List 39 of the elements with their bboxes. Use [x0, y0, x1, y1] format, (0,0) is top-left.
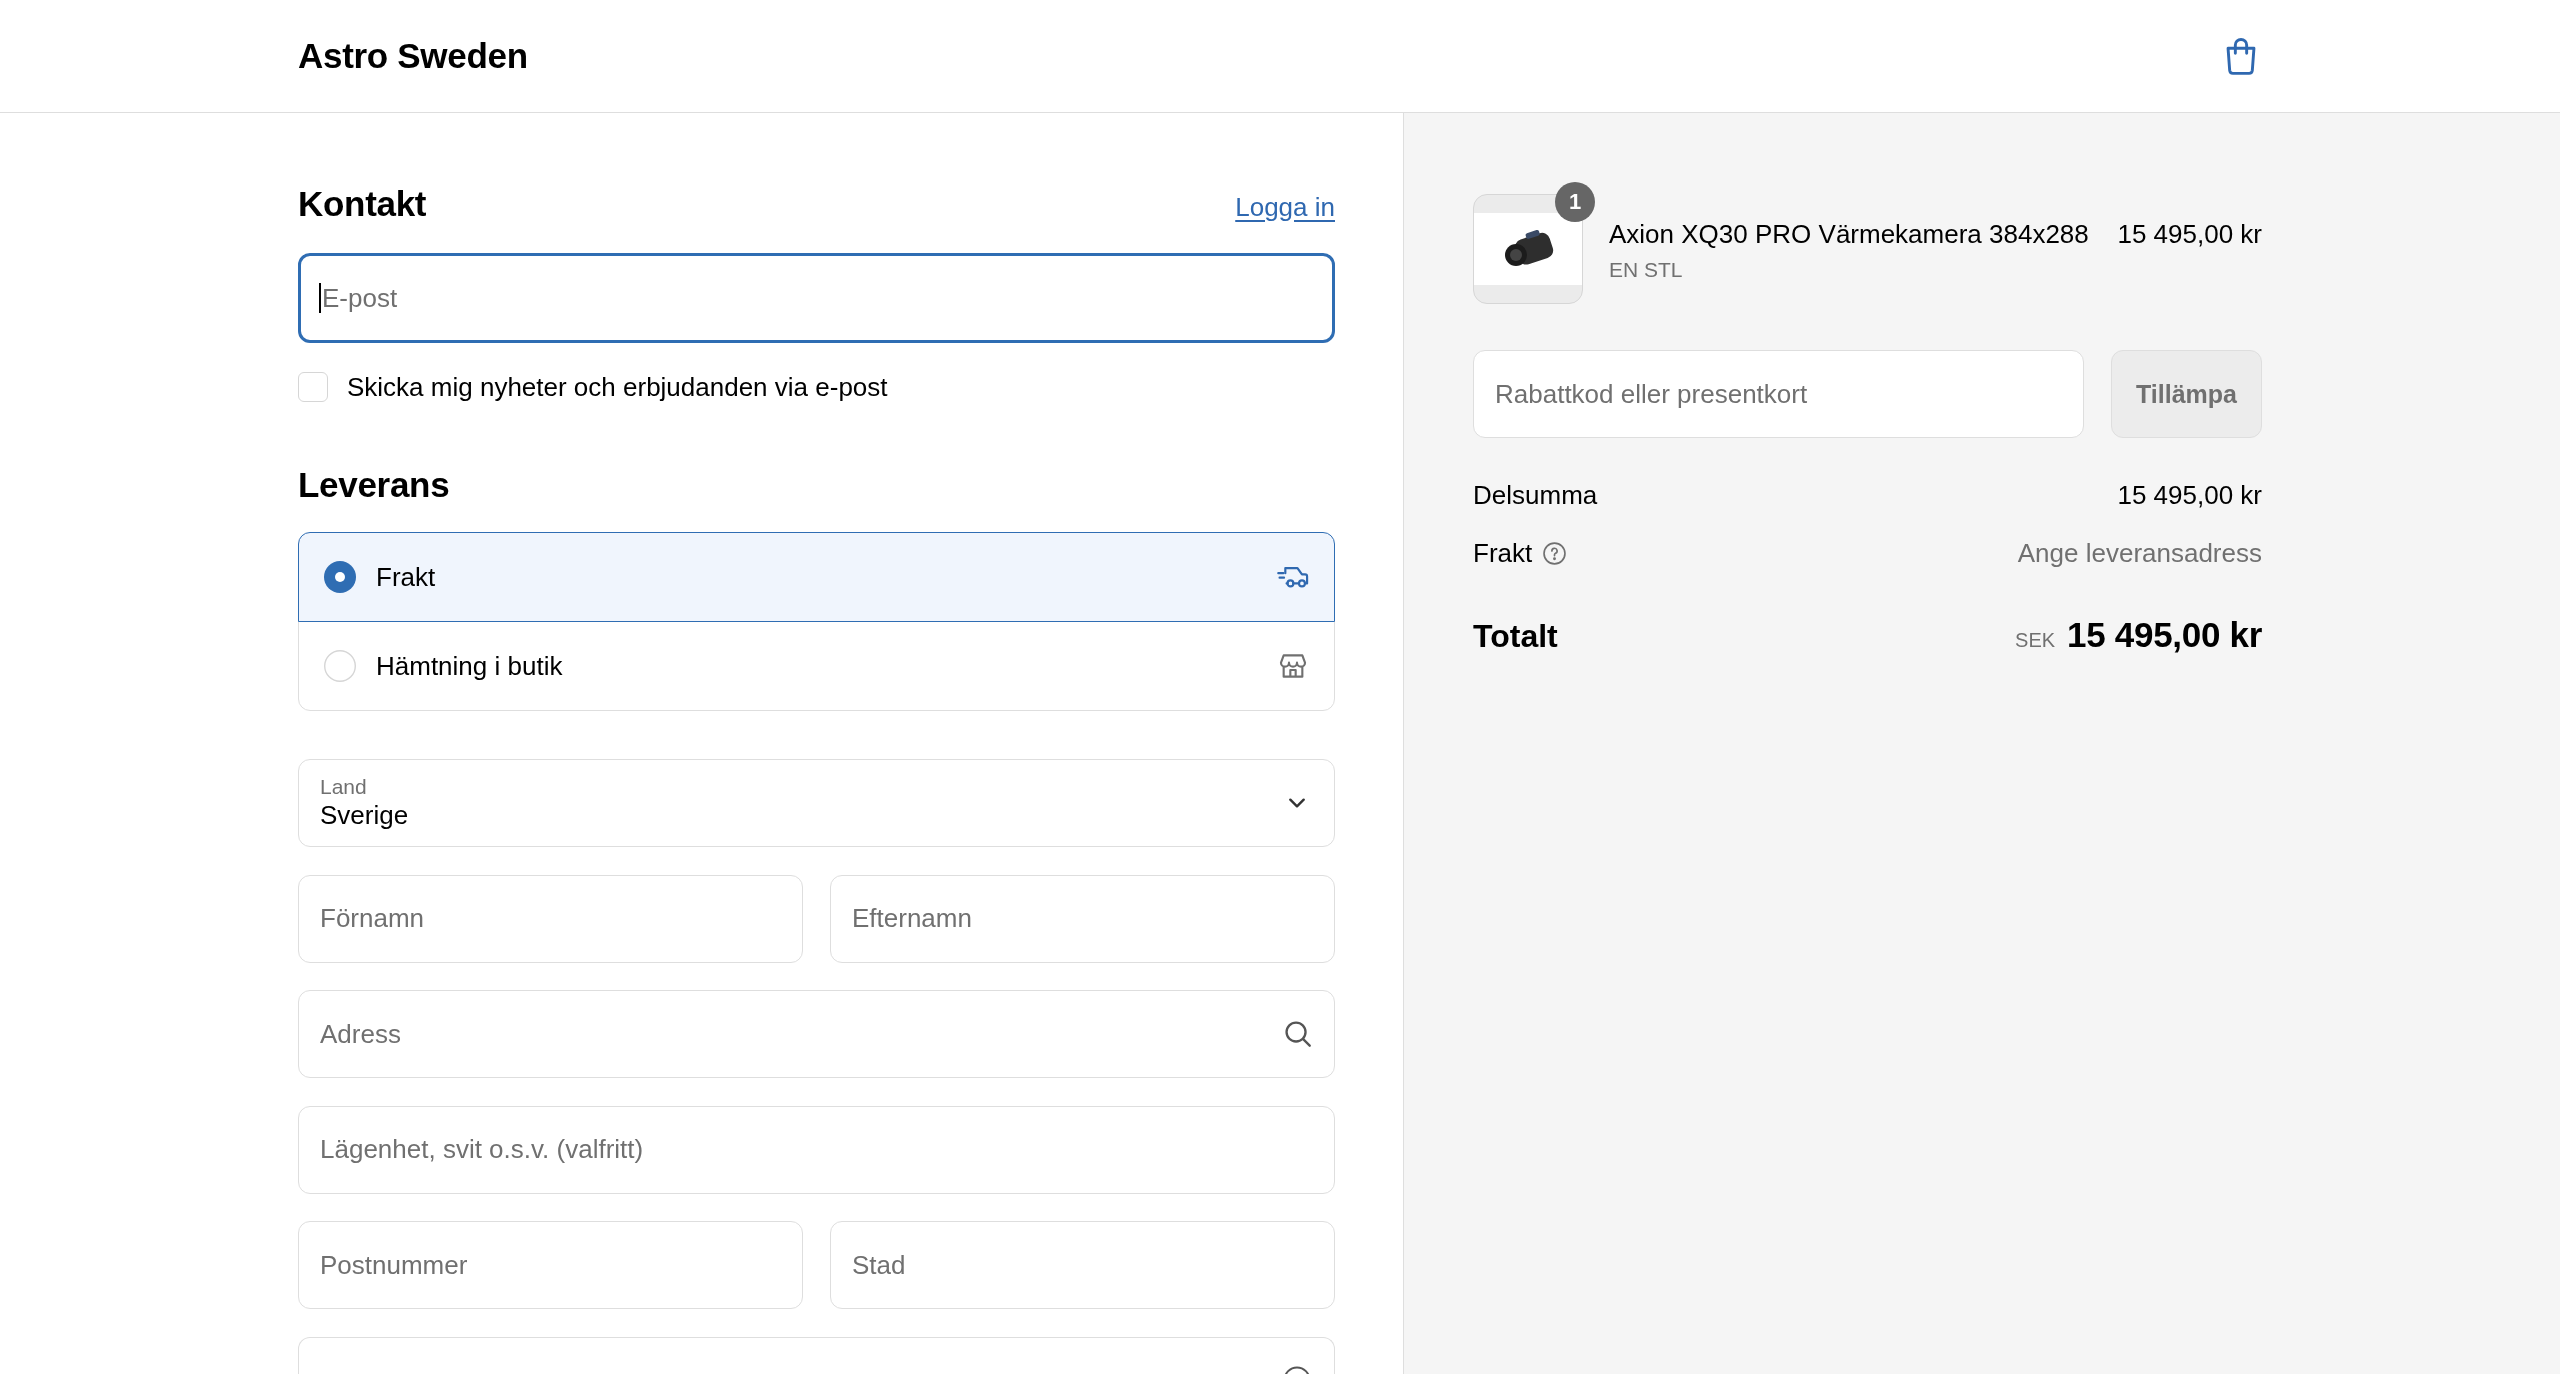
store-name[interactable]: Astro Sweden	[298, 36, 528, 76]
delivery-option[interactable]: Frakt	[298, 532, 1335, 622]
summary-value: 15 495,00 kr	[2117, 479, 2262, 511]
currency-code: SEK	[2015, 629, 2056, 652]
input-field[interactable]: Lägenhet, svit o.s.v. (valfritt)	[298, 1105, 1335, 1194]
quantity-badge: 1	[1555, 182, 1595, 222]
login-link[interactable]: Logga in	[1235, 192, 1335, 223]
address-field[interactable]: Adress	[298, 990, 1335, 1078]
cursor-icon	[319, 283, 321, 313]
radio-button[interactable]	[324, 561, 356, 593]
search-icon[interactable]	[1285, 1021, 1311, 1047]
email-field[interactable]: E-post	[298, 253, 1335, 343]
checkbox[interactable]	[298, 372, 328, 402]
discount-code-field[interactable]: Rabattkod eller presentkort	[1473, 350, 2084, 438]
section-heading: Kontakt	[298, 183, 427, 225]
summary-label: Frakt	[1473, 537, 1533, 569]
input-field[interactable]: Postnummer	[298, 1221, 803, 1309]
product-name: Axion XQ30 PRO Värmekamera 384x288	[1609, 218, 2089, 250]
store-icon	[1277, 654, 1309, 678]
checkbox-label: Skicka mig nyheter och erbjudanden via e-post	[347, 371, 888, 403]
summary-value: Ange leveransadress	[2017, 537, 2262, 569]
truck-icon	[1277, 565, 1309, 589]
delivery-option[interactable]: Hämtning i butik	[298, 621, 1335, 711]
chevron-down-icon	[1289, 798, 1305, 808]
input-field[interactable]: Stad	[830, 1221, 1335, 1309]
input-field[interactable]: Efternamn	[830, 874, 1335, 963]
input-field[interactable]	[298, 1336, 1335, 1374]
variant-label: EN STL	[1609, 257, 1683, 283]
help-icon[interactable]	[1543, 541, 1567, 565]
product-price: 15 495,00 kr	[2117, 218, 2262, 250]
floating-label: Land	[320, 775, 367, 799]
dropdown-field[interactable]: Land Sverige	[298, 759, 1335, 847]
shopping-bag-icon[interactable]	[2226, 37, 2256, 75]
radio-button[interactable]	[324, 650, 356, 682]
section-heading: Leverans	[298, 464, 450, 506]
input-field[interactable]: Förnamn	[298, 874, 803, 963]
total-label: Totalt	[1473, 617, 1558, 656]
summary-label: Delsumma	[1473, 479, 1598, 511]
total-amount: 15 495,00 kr	[2067, 615, 2262, 655]
